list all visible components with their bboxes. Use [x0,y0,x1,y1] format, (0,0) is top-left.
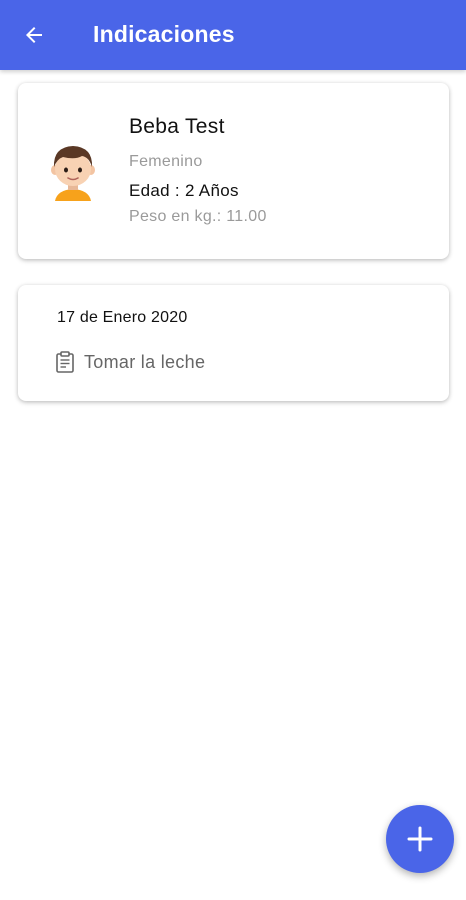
profile-gender: Femenino [129,153,203,170]
page-title: Indicaciones [93,21,235,47]
profile-age: Edad : 2 Años [129,181,239,200]
profile-card[interactable]: Beba Test Femenino Edad : 2 Años Peso en… [18,83,449,259]
profile-weight: Peso en kg.: 11.00 [129,208,267,225]
indication-date: 17 de Enero 2020 [57,309,188,326]
child-avatar-icon [51,146,95,201]
indication-text: Tomar la leche [84,351,206,372]
arrow-back-icon [26,27,42,43]
add-button[interactable] [386,805,454,873]
clipboard-icon [56,351,74,373]
back-button[interactable] [14,15,54,55]
indication-card[interactable]: 17 de Enero 2020 Tomar la leche [18,285,449,401]
add-icon [407,826,433,852]
profile-name: Beba Test [129,115,225,138]
indication-row: Tomar la leche [55,351,205,373]
app-bar: Indicaciones [0,0,466,70]
